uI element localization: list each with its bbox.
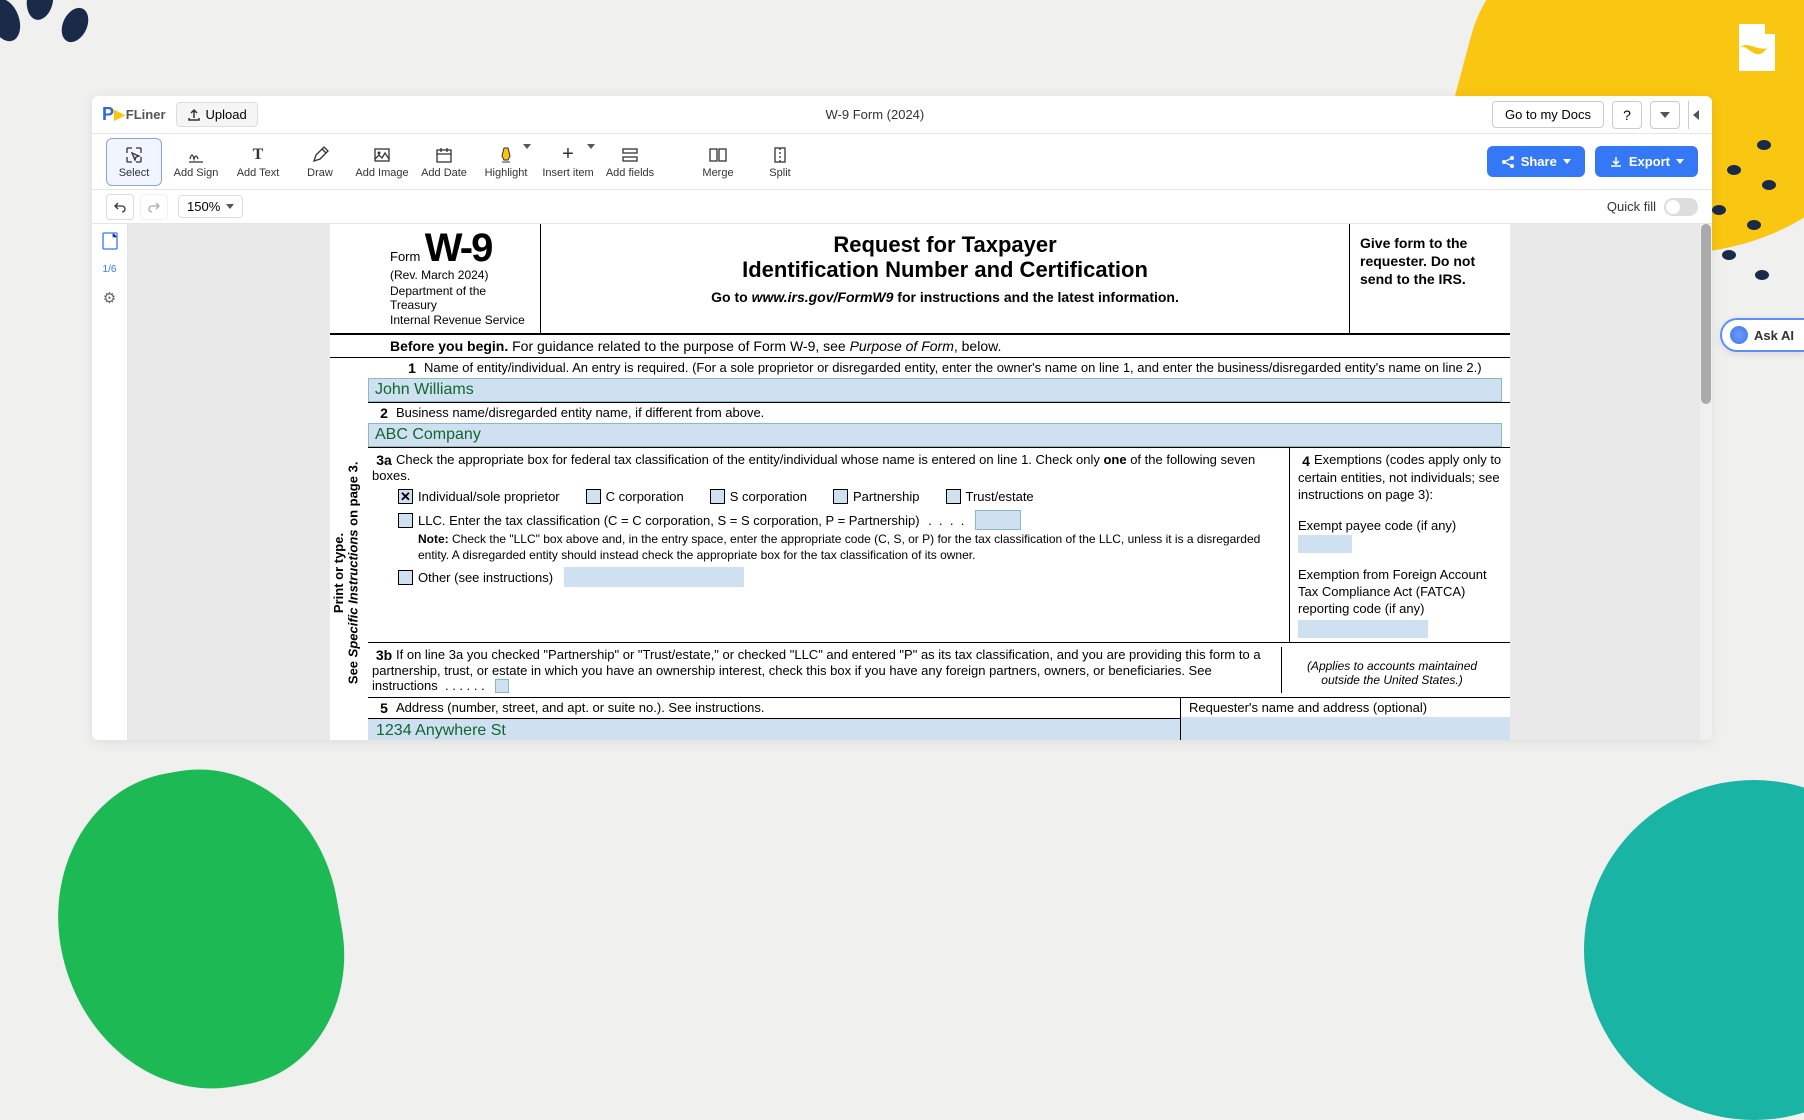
decorative-blob-bottom-left — [34, 748, 365, 1112]
merge-tool[interactable]: Merge — [690, 138, 746, 186]
add-date-tool[interactable]: Add Date — [416, 138, 472, 186]
pencil-icon — [310, 145, 330, 165]
header-menu-collapse[interactable] — [1688, 101, 1702, 129]
line-1: 1Name of entity/individual. An entry is … — [368, 358, 1510, 403]
checkbox-llc[interactable]: LLC. Enter the tax classification (C = C… — [398, 510, 1281, 530]
address-input[interactable]: 1234 Anywhere St — [368, 719, 1180, 740]
ai-sparkle-icon — [1730, 326, 1748, 344]
line-4: 4Exemptions (codes apply only to certain… — [1290, 448, 1510, 642]
line-2: 2Business name/disregarded entity name, … — [368, 403, 1510, 448]
add-text-tool[interactable]: TAdd Text — [230, 138, 286, 186]
select-tool[interactable]: Select — [106, 138, 162, 186]
document-title: W-9 Form (2024) — [268, 107, 1482, 122]
split-icon — [770, 145, 790, 165]
add-fields-tool[interactable]: Add fields — [602, 138, 658, 186]
form-instruction: Give form to the requester. Do not send … — [1350, 224, 1510, 333]
business-name-input[interactable]: ABC Company — [368, 423, 1502, 447]
add-image-tool[interactable]: Add Image — [354, 138, 410, 186]
line-3a: 3aCheck the appropriate box for federal … — [368, 448, 1290, 642]
export-button[interactable]: Export — [1595, 146, 1698, 177]
scrollbar[interactable] — [1700, 224, 1712, 740]
page-counter: 1/6 — [103, 264, 117, 275]
other-input[interactable] — [564, 567, 744, 587]
upload-label: Upload — [206, 107, 247, 122]
form-name: W-9 — [425, 226, 492, 270]
select-icon — [124, 145, 144, 165]
decorative-blob-bottom-right — [1584, 780, 1804, 1120]
redo-button[interactable] — [140, 194, 168, 220]
text-icon: T — [248, 145, 268, 165]
decorative-blob-top-left — [0, 0, 110, 80]
fatca-code-input[interactable] — [1298, 620, 1428, 638]
before-you-begin: Before you begin. For guidance related t… — [330, 335, 1510, 358]
gear-icon[interactable]: ⚙ — [103, 289, 116, 307]
draw-tool[interactable]: Draw — [292, 138, 348, 186]
highlight-tool[interactable]: Highlight — [478, 138, 534, 186]
pdf-badge-icon — [1729, 20, 1784, 75]
checkbox-s-corp[interactable]: S corporation — [710, 489, 807, 504]
image-icon — [372, 145, 392, 165]
insert-item-tool[interactable]: +Insert item — [540, 138, 596, 186]
calendar-icon — [434, 145, 454, 165]
quick-fill-label: Quick fill — [1607, 199, 1656, 214]
vertical-instruction-label: Print or type. See Specific Instructions… — [330, 358, 368, 740]
form-header: Form W-9 (Rev. March 2024) Department of… — [330, 224, 1510, 335]
help-button[interactable]: ? — [1612, 101, 1642, 129]
exempt-payee-input[interactable] — [1298, 535, 1352, 553]
page-thumbnail-icon[interactable] — [102, 232, 118, 250]
main-area: 1/6 ⚙ Form W-9 (Rev. March 2024) Departm… — [92, 224, 1712, 740]
ask-ai-button[interactable]: Ask AI — [1720, 318, 1804, 352]
signature-icon — [186, 145, 206, 165]
go-to-docs-button[interactable]: Go to my Docs — [1492, 101, 1604, 128]
quick-fill-toggle[interactable] — [1664, 198, 1698, 216]
checkbox-trust[interactable]: Trust/estate — [946, 489, 1034, 504]
checkbox-3b[interactable] — [495, 679, 509, 693]
split-tool[interactable]: Split — [752, 138, 808, 186]
toolbar: Select Add Sign TAdd Text Draw Add Image… — [92, 134, 1712, 190]
decorative-dots — [1704, 130, 1784, 290]
line-5: 5Address (number, street, and apt. or su… — [368, 698, 1180, 719]
highlighter-icon — [496, 145, 516, 165]
zoom-dropdown[interactable]: 150% — [178, 195, 243, 218]
line-3b: 3bIf on line 3a you checked "Partnership… — [372, 647, 1282, 694]
add-sign-tool[interactable]: Add Sign — [168, 138, 224, 186]
upload-button[interactable]: Upload — [176, 102, 258, 127]
name-input[interactable]: John Williams — [368, 378, 1502, 402]
secondary-toolbar: 150% Quick fill — [92, 190, 1712, 224]
undo-button[interactable] — [106, 194, 134, 220]
checkbox-c-corp[interactable]: C corporation — [586, 489, 684, 504]
left-sidebar: 1/6 ⚙ — [92, 224, 128, 740]
requester-input[interactable] — [1181, 717, 1510, 740]
header-dropdown[interactable] — [1650, 101, 1680, 129]
checkbox-individual[interactable]: ✕Individual/sole proprietor — [398, 489, 560, 504]
fields-icon — [620, 145, 640, 165]
share-button[interactable]: Share — [1487, 146, 1585, 177]
requester-label: Requester's name and address (optional) — [1181, 698, 1510, 717]
merge-icon — [708, 145, 728, 165]
checkbox-other[interactable]: Other (see instructions) — [398, 567, 1281, 587]
app-header: P▶FLiner Upload W-9 Form (2024) Go to my… — [92, 96, 1712, 134]
llc-classification-input[interactable] — [975, 510, 1021, 530]
share-icon — [1501, 155, 1515, 169]
app-logo: P▶FLiner — [102, 104, 166, 125]
plus-icon: + — [558, 145, 578, 165]
upload-icon — [187, 108, 201, 122]
document-canvas[interactable]: Form W-9 (Rev. March 2024) Department of… — [128, 224, 1712, 740]
app-window: P▶FLiner Upload W-9 Form (2024) Go to my… — [92, 96, 1712, 740]
checkbox-partnership[interactable]: Partnership — [833, 489, 919, 504]
download-icon — [1609, 155, 1623, 169]
